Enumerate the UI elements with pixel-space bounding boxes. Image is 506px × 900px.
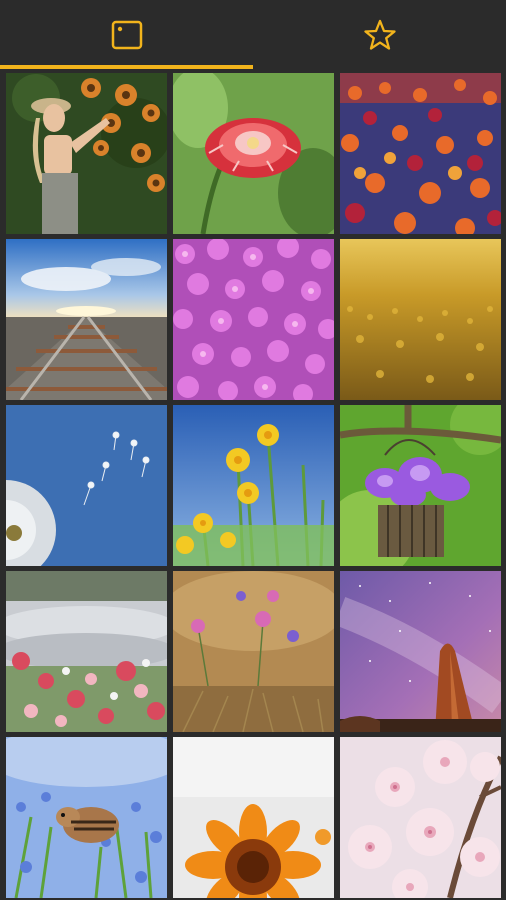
photo-thumbnail[interactable] <box>6 239 167 400</box>
photo-hanging-basket <box>340 405 501 566</box>
star-icon <box>363 19 396 50</box>
photo-wildflowers <box>173 571 334 732</box>
photo-thumbnail[interactable] <box>340 737 501 898</box>
photo-thumbnail[interactable] <box>6 405 167 566</box>
photo-tulip-field <box>340 73 501 234</box>
photo-thumbnail[interactable] <box>6 571 167 732</box>
photo-thumbnail[interactable] <box>6 73 167 234</box>
photo-thumbnail[interactable] <box>340 571 501 732</box>
photo-thumbnail[interactable] <box>340 405 501 566</box>
photo-pink-flowers-blur <box>6 571 167 732</box>
photo-frame-icon <box>111 20 142 50</box>
photo-dandelion <box>6 405 167 566</box>
photo-thumbnail[interactable] <box>340 239 501 400</box>
photo-chipmunk <box>6 737 167 898</box>
photo-thumbnail[interactable] <box>6 737 167 898</box>
tab-photos[interactable] <box>0 0 253 70</box>
photo-thumbnail[interactable] <box>173 73 334 234</box>
tab-bar <box>0 0 506 70</box>
photo-thumbnail[interactable] <box>173 405 334 566</box>
photo-daffodils <box>173 405 334 566</box>
photo-golden-field <box>340 239 501 400</box>
photo-thumbnail[interactable] <box>173 571 334 732</box>
photo-thumbnail[interactable] <box>173 239 334 400</box>
photo-thumbnail[interactable] <box>340 73 501 234</box>
photo-grid <box>6 73 501 898</box>
tab-favorites[interactable] <box>253 0 506 70</box>
photo-cherry-blossoms <box>340 737 501 898</box>
photo-pink-flowers <box>173 239 334 400</box>
photo-thumbnail[interactable] <box>173 737 334 898</box>
photo-railway-tracks <box>6 239 167 400</box>
photo-woman-sunflowers <box>6 73 167 234</box>
photo-red-dahlia <box>173 73 334 234</box>
photo-sunflower <box>173 737 334 898</box>
tab-indicator <box>0 65 253 69</box>
photo-milky-way <box>340 571 501 732</box>
